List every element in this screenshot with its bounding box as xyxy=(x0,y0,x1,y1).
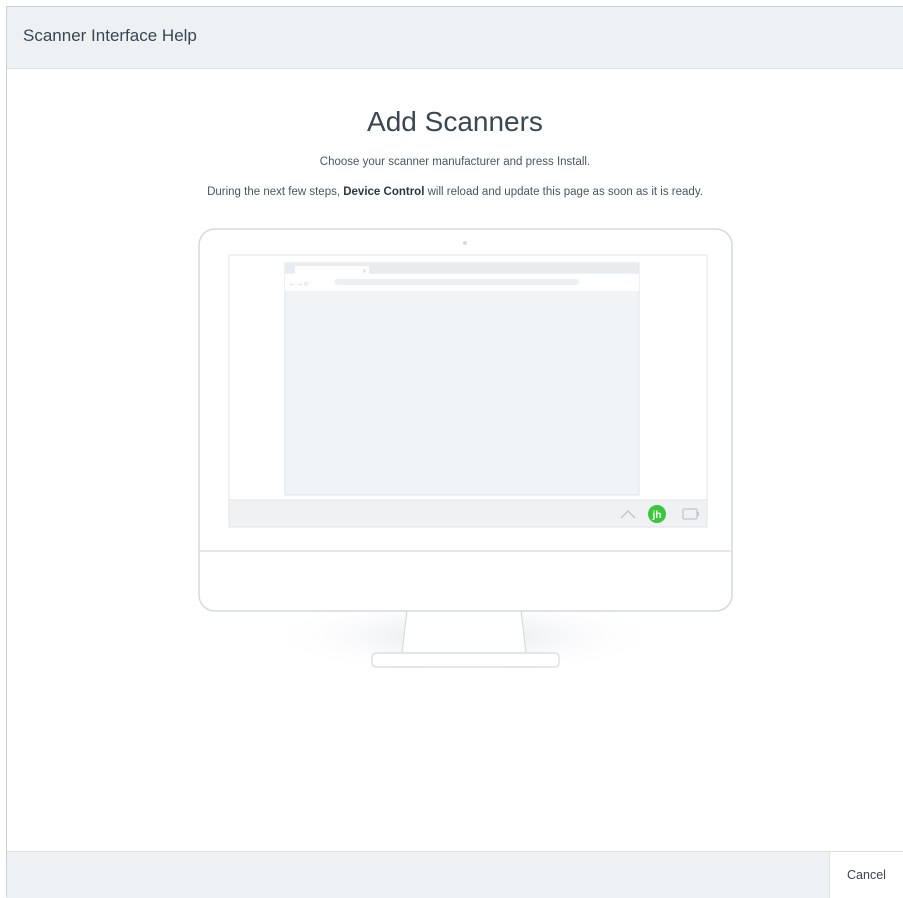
info-text: During the next few steps, Device Contro… xyxy=(7,186,903,198)
browser-tab-close-icon: × xyxy=(362,268,367,275)
dialog-title: Scanner Interface Help xyxy=(23,26,197,45)
browser-nav-icons: ← → ⟳ xyxy=(290,281,309,288)
camera-dot xyxy=(463,241,467,245)
monitor-stand-base xyxy=(371,652,560,668)
browser-window xyxy=(284,262,640,496)
dialog-footer: Cancel xyxy=(7,851,903,898)
jh-tray-badge-text: jh xyxy=(652,510,662,521)
browser-tab xyxy=(295,266,369,274)
monitor-svg: × ← → ⟳ jh xyxy=(198,228,733,676)
info-prefix: During the next few steps, xyxy=(207,186,344,198)
browser-address-bar xyxy=(334,279,579,285)
info-bold: Device Control xyxy=(343,186,425,198)
page-subtitle: Choose your scanner manufacturer and pre… xyxy=(319,156,591,168)
dialog-content: Add Scanners Choose your scanner manufac… xyxy=(7,69,903,851)
info-suffix: will reload and update this page as soon… xyxy=(424,186,703,198)
scanner-help-dialog: Scanner Interface Help Add Scanners Choo… xyxy=(6,6,903,898)
page-title: Add Scanners xyxy=(367,106,543,137)
battery-tip xyxy=(697,512,699,516)
taskbar xyxy=(228,499,708,528)
dialog-header: Scanner Interface Help xyxy=(7,7,903,69)
cancel-button[interactable]: Cancel xyxy=(829,852,903,898)
monitor-illustration: × ← → ⟳ jh xyxy=(189,221,734,696)
